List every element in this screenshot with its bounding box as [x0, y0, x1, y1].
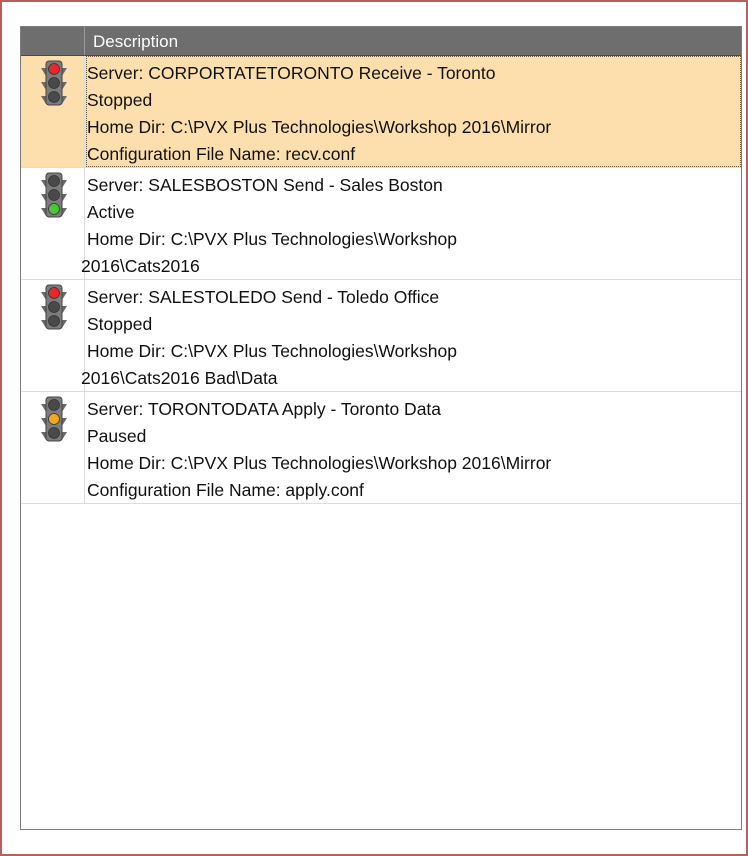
- status-text: Stopped: [87, 90, 153, 110]
- description-cell: Server: CORPORTATETORONTO Receive - Toro…: [87, 60, 737, 168]
- home-dir-continuation: 2016\Cats2016 Bad\Data: [81, 368, 278, 388]
- description-cell: Server: SALESTOLEDO Send - Toledo Office…: [81, 284, 737, 392]
- server-line: Server: SALESBOSTON Send - Sales Boston: [87, 175, 443, 195]
- header-description-label: Description: [93, 32, 179, 51]
- red-traffic-light-icon: [41, 60, 67, 106]
- window-frame: Description Server: CORPORTATETORONTO Re…: [0, 0, 748, 856]
- status-text: Stopped: [87, 314, 153, 334]
- home-dir-line: Home Dir: C:\PVX Plus Technologies\Works…: [87, 341, 457, 361]
- red-traffic-light-icon: [41, 284, 67, 330]
- table-row[interactable]: Server: TORONTODATA Apply - Toronto Data…: [21, 392, 741, 504]
- config-file-line: Configuration File Name: apply.conf: [87, 480, 364, 500]
- table-row[interactable]: Server: SALESBOSTON Send - Sales Boston …: [21, 168, 741, 280]
- list-rows: Server: CORPORTATETORONTO Receive - Toro…: [21, 56, 741, 504]
- status-text: Active: [87, 202, 135, 222]
- status-cell: [21, 168, 85, 279]
- status-cell: [21, 56, 85, 167]
- header-status-column[interactable]: [21, 27, 85, 55]
- server-line: Server: CORPORTATETORONTO Receive - Toro…: [87, 63, 496, 83]
- server-line: Server: TORONTODATA Apply - Toronto Data: [87, 399, 442, 419]
- status-cell: [21, 392, 85, 503]
- config-file-line: Configuration File Name: recv.conf: [87, 144, 356, 164]
- yellow-traffic-light-icon: [41, 396, 67, 442]
- status-cell: [21, 280, 85, 391]
- status-text: Paused: [87, 426, 147, 446]
- home-dir-line: Home Dir: C:\PVX Plus Technologies\Works…: [87, 117, 552, 137]
- table-row[interactable]: Server: CORPORTATETORONTO Receive - Toro…: [21, 56, 741, 168]
- description-cell: Server: SALESBOSTON Send - Sales Boston …: [81, 172, 737, 280]
- header-description-column[interactable]: Description: [85, 27, 741, 55]
- green-traffic-light-icon: [41, 172, 67, 218]
- table-row[interactable]: Server: SALESTOLEDO Send - Toledo Office…: [21, 280, 741, 392]
- server-list[interactable]: Description Server: CORPORTATETORONTO Re…: [20, 26, 742, 830]
- home-dir-continuation: 2016\Cats2016: [81, 256, 200, 276]
- description-cell: Server: TORONTODATA Apply - Toronto Data…: [87, 396, 737, 504]
- list-header: Description: [21, 27, 741, 56]
- server-line: Server: SALESTOLEDO Send - Toledo Office: [87, 287, 440, 307]
- home-dir-line: Home Dir: C:\PVX Plus Technologies\Works…: [87, 229, 457, 249]
- home-dir-line: Home Dir: C:\PVX Plus Technologies\Works…: [87, 453, 552, 473]
